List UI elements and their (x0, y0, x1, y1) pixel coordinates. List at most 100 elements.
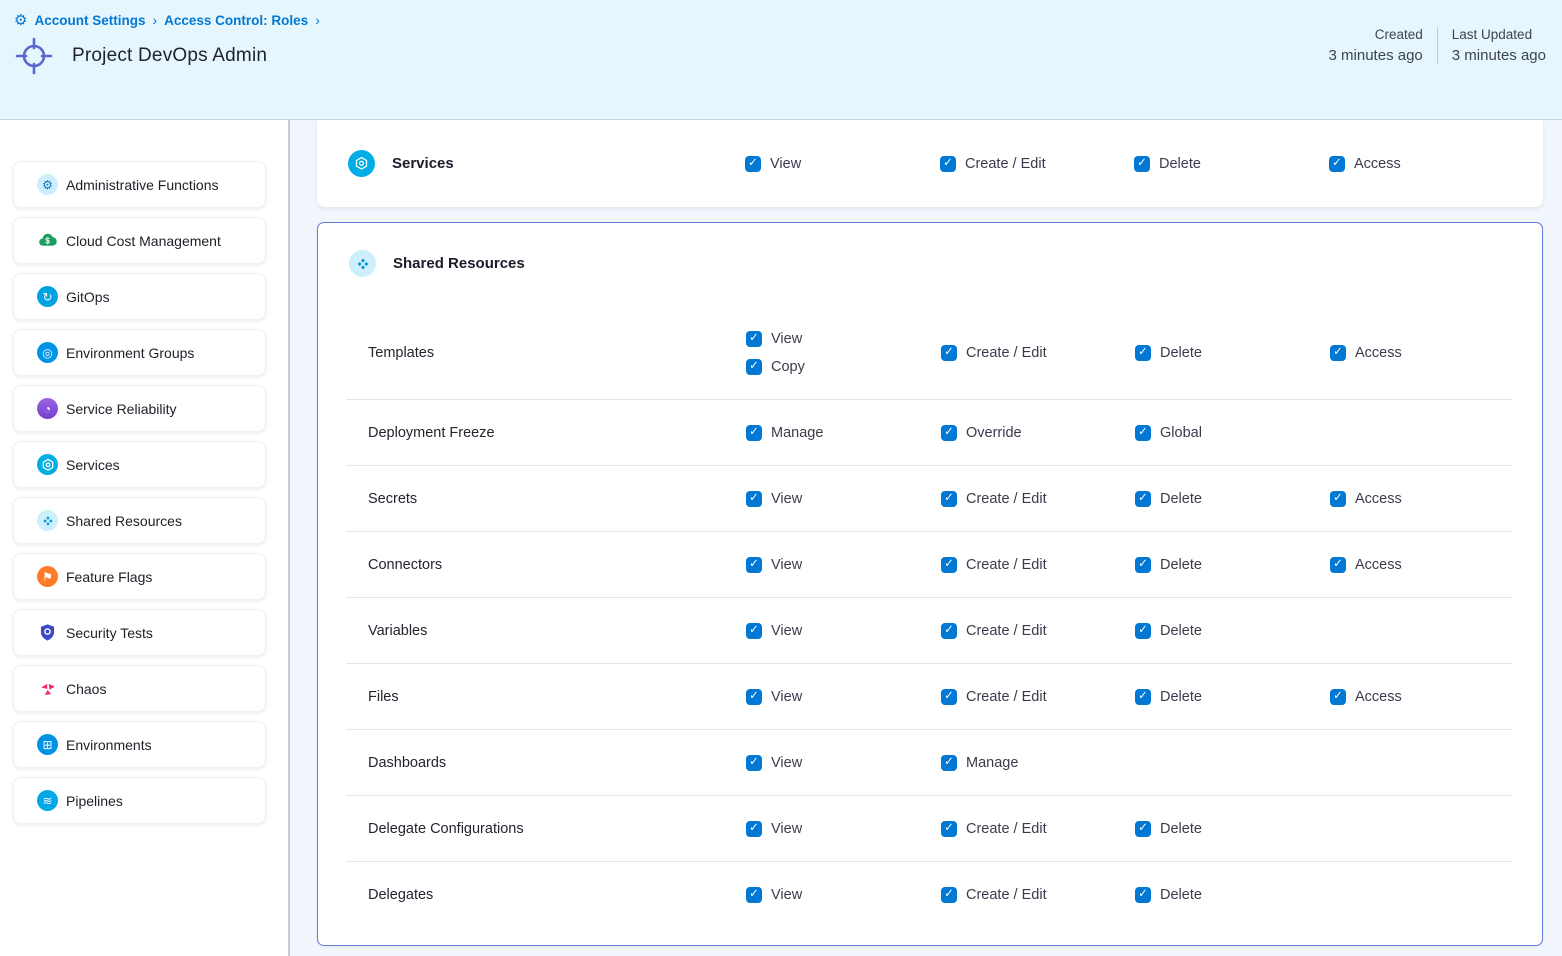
permission-checkbox-access[interactable]: ✓Access (1330, 491, 1402, 507)
permission-checkbox-copy[interactable]: ✓Copy (746, 359, 805, 375)
permission-checkbox-view[interactable]: ✓View (746, 689, 802, 705)
sidebar-item-environments[interactable]: ⊞Environments (13, 721, 266, 768)
permission-checkbox-delete[interactable]: ✓Delete (1134, 156, 1201, 172)
sidebar-item-label: Service Reliability (66, 401, 176, 417)
checkbox-checked-icon: ✓ (746, 491, 762, 507)
checkbox-label: Create / Edit (965, 156, 1046, 172)
resource-label: Delegate Configurations (318, 821, 746, 837)
permission-checkbox-view[interactable]: ✓View (746, 755, 802, 771)
sidebar-item-chaos[interactable]: Chaos (13, 665, 266, 712)
permission-checkbox-create-edit[interactable]: ✓Create / Edit (940, 156, 1046, 172)
service-reliability-icon: ◔ (37, 398, 58, 419)
resource-label: Connectors (318, 557, 746, 573)
permission-cell: ✓View (746, 623, 941, 639)
permission-cell: ✓Create / Edit (941, 689, 1135, 705)
permission-checkbox-view[interactable]: ✓ View (746, 557, 802, 573)
permission-checkbox-access[interactable]: ✓Access (1330, 345, 1402, 361)
permission-checkbox-access[interactable]: ✓Access (1330, 557, 1402, 573)
sidebar-item-security-tests[interactable]: Security Tests (13, 609, 266, 656)
sidebar-item-service-reliability[interactable]: ◔ Service Reliability (13, 385, 266, 432)
permission-checkbox-access[interactable]: ✓ Access (1330, 689, 1402, 705)
permission-checkbox-create-edit[interactable]: ✓Create / Edit (941, 887, 1047, 903)
permission-checkbox-override[interactable]: ✓Override (941, 425, 1022, 441)
chevron-right-icon: › (152, 12, 157, 28)
checkbox-label: View (771, 887, 802, 903)
checkbox-label: Access (1355, 557, 1402, 573)
permission-checkbox-delete[interactable]: ✓Delete (1135, 623, 1202, 639)
sidebar-item-cloud-cost-management[interactable]: $ Cloud Cost Management (13, 217, 266, 264)
permission-checkbox-delete[interactable]: ✓Delete (1135, 689, 1202, 705)
permission-cell: ✓View (746, 491, 941, 507)
permission-checkbox-create-edit[interactable]: ✓Create / Edit (941, 821, 1047, 837)
checkbox-label: Delete (1160, 821, 1202, 837)
permission-checkbox-view[interactable]: ✓View (746, 623, 802, 639)
breadcrumb-account-settings[interactable]: Account Settings (34, 13, 145, 28)
checkbox-label: View (771, 331, 802, 347)
sidebar-item-pipelines[interactable]: ≋Pipelines (13, 777, 266, 824)
permission-checkbox-create-edit[interactable]: ✓Create / Edit (941, 623, 1047, 639)
permission-cell: ✓Create / Edit (941, 623, 1135, 639)
permission-cell: ✓ Create / Edit (941, 557, 1135, 573)
checkbox-checked-icon: ✓ (746, 821, 762, 837)
permission-checkbox-delete[interactable]: ✓ Delete (1135, 821, 1202, 837)
permission-checkbox-delete[interactable]: ✓Delete (1135, 887, 1202, 903)
shared-resources-head: Shared Resources (318, 223, 1542, 277)
checkbox-label: Create / Edit (966, 557, 1047, 573)
sidebar-item-label: Cloud Cost Management (66, 233, 221, 249)
permission-checkbox-manage[interactable]: ✓ Manage (941, 755, 1018, 771)
checkbox-label: Create / Edit (966, 345, 1047, 361)
permission-checkbox-delete[interactable]: ✓Delete (1135, 557, 1202, 573)
permission-checkbox-view[interactable]: ✓View (746, 491, 802, 507)
sidebar-item-environment-groups[interactable]: ◎Environment Groups (13, 329, 266, 376)
settings-gear-icon: ⚙ (14, 13, 27, 28)
checkbox-checked-icon: ✓ (1135, 821, 1151, 837)
checkbox-label: Access (1354, 156, 1401, 172)
services-permission-row: Services ✓View ✓Create / Edit ✓Delete ✓Acce… (317, 120, 1543, 207)
permission-checkbox-view[interactable]: ✓View (746, 821, 802, 837)
checkbox-label: View (771, 557, 802, 573)
permission-cell: ✓Delete (1135, 887, 1330, 903)
permission-checkbox-create-edit[interactable]: ✓ Create / Edit (941, 557, 1047, 573)
breadcrumb-access-control-roles[interactable]: Access Control: Roles (164, 13, 308, 28)
resource-label: Dashboards (318, 755, 746, 771)
permission-row-connectors: Connectors✓View✓Create / Edit✓Delete✓Acc… (318, 532, 1542, 597)
permission-checkbox-delete[interactable]: ✓Delete (1135, 345, 1202, 361)
sidebar-item-administrative-functions[interactable]: ⚙Administrative Functions (13, 161, 266, 208)
meta-divider (1437, 27, 1438, 64)
checkbox-label: Delete (1160, 623, 1202, 639)
shared-resources-icon (37, 510, 58, 531)
services-section-title: Services (392, 155, 454, 172)
checkbox-label: View (771, 623, 802, 639)
checkbox-label: Manage (966, 755, 1018, 771)
permission-checkbox-view[interactable]: ✓View (746, 887, 802, 903)
checkbox-label: Access (1355, 345, 1402, 361)
permission-checkbox-access[interactable]: ✓Access (1329, 156, 1401, 172)
checkbox-checked-icon: ✓ (746, 557, 762, 573)
permission-checkbox-delete[interactable]: ✓Delete (1135, 491, 1202, 507)
permission-checkbox-view[interactable]: ✓View (746, 331, 802, 347)
environments-icon: ⊞ (37, 734, 58, 755)
permission-checkbox-create-edit[interactable]: ✓Create / Edit (941, 689, 1047, 705)
permission-checkbox-view[interactable]: ✓View (745, 156, 801, 172)
sidebar-item-label: Pipelines (66, 793, 123, 809)
checkbox-checked-icon: ✓ (941, 557, 957, 573)
checkbox-label: Access (1355, 689, 1402, 705)
checkbox-checked-icon: ✓ (941, 755, 957, 771)
permission-checkbox-manage[interactable]: ✓Manage (746, 425, 823, 441)
services-icon (348, 150, 375, 177)
permission-checkbox-create-edit[interactable]: ✓Create / Edit (941, 491, 1047, 507)
permission-checkbox-create-edit[interactable]: ✓Create / Edit (941, 345, 1047, 361)
cloud-cost-icon: $ (37, 230, 58, 251)
permission-checkbox-global[interactable]: ✓Global (1135, 425, 1202, 441)
checkbox-checked-icon: ✓ (1330, 689, 1346, 705)
sidebar-item-gitops[interactable]: ↻GitOps (13, 273, 266, 320)
sidebar-item-label: Feature Flags (66, 569, 152, 585)
sidebar-item-services[interactable]: Services (13, 441, 266, 488)
sidebar-item-feature-flags[interactable]: ⚑Feature Flags (13, 553, 266, 600)
checkbox-label: Create / Edit (966, 623, 1047, 639)
sidebar-item-label: Administrative Functions (66, 177, 219, 193)
permission-cell: ✓Create / Edit (941, 491, 1135, 507)
permission-cell: ✓Access (1330, 557, 1542, 573)
sidebar-item-shared-resources[interactable]: Shared Resources (13, 497, 266, 544)
resource-label: Delegates (318, 887, 746, 903)
